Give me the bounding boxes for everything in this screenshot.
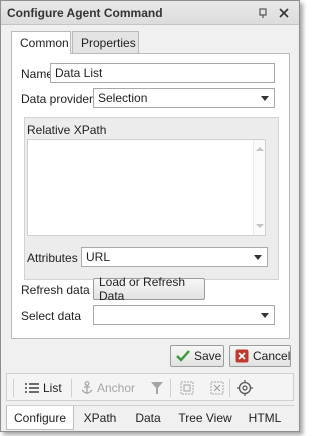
name-label: Name — [21, 67, 54, 81]
anchor-icon — [81, 381, 93, 395]
scroll-down-icon[interactable] — [256, 224, 264, 228]
cancel-button[interactable]: Cancel — [229, 345, 291, 367]
toolbar-divider — [13, 379, 14, 397]
filter-icon[interactable] — [150, 378, 164, 398]
agent-toolbar: List Anchor — [6, 373, 294, 401]
toolbar-divider — [229, 379, 230, 397]
load-refresh-label: Load or Refresh Data — [99, 275, 186, 303]
bottom-tab-strip: Configure XPath Data Tree View HTML — [6, 405, 294, 430]
save-button[interactable]: Save — [170, 345, 224, 367]
anchor-label: Anchor — [97, 381, 136, 395]
checkmark-icon — [176, 348, 190, 364]
tab-label: Data — [135, 411, 161, 425]
relative-xpath-input[interactable] — [27, 139, 266, 236]
tab-properties[interactable]: Properties — [72, 31, 139, 53]
refresh-data-label: Refresh data — [21, 283, 90, 297]
list-button[interactable]: List — [25, 378, 62, 398]
pin-icon[interactable] — [256, 6, 270, 20]
name-value: Data List — [55, 66, 103, 80]
anchor-button[interactable]: Anchor — [81, 378, 135, 398]
list-label: List — [43, 381, 62, 395]
select-data-label: Select data — [21, 309, 82, 323]
tab-label: XPath — [83, 411, 117, 425]
tab-data[interactable]: Data — [126, 406, 170, 430]
toolbar-divider — [170, 379, 171, 397]
tab-label: Properties — [81, 35, 136, 50]
tab-configure[interactable]: Configure — [6, 406, 74, 430]
tab-tree-view[interactable]: Tree View — [172, 406, 238, 430]
title-bar: Configure Agent Command — [1, 1, 299, 25]
relative-xpath-label: Relative XPath — [27, 123, 107, 137]
tab-html[interactable]: HTML — [240, 406, 290, 430]
tab-label: Common — [20, 36, 69, 50]
tab-xpath[interactable]: XPath — [76, 406, 124, 430]
select-region-icon[interactable] — [180, 378, 194, 398]
tab-label: HTML — [248, 411, 282, 425]
configure-agent-command-dialog: Configure Agent Command Common Propertie… — [0, 0, 300, 432]
attributes-label: Attributes — [27, 251, 78, 265]
tab-common[interactable]: Common — [11, 31, 71, 54]
data-provider-value: Selection — [98, 91, 148, 105]
tab-label: Configure — [13, 410, 67, 425]
save-label: Save — [194, 349, 222, 363]
target-icon[interactable] — [237, 378, 253, 398]
scroll-up-icon[interactable] — [256, 147, 264, 151]
data-provider-select[interactable]: Selection — [93, 88, 275, 108]
xpath-scrollbar[interactable] — [253, 140, 265, 235]
chevron-down-icon — [261, 313, 269, 318]
remove-selection-icon[interactable] — [210, 378, 224, 398]
name-field[interactable]: Data List — [50, 63, 275, 83]
relative-xpath-group: Relative XPath Attributes URL — [24, 117, 279, 280]
cancel-label: Cancel — [253, 349, 291, 363]
toolbar-divider — [71, 379, 72, 397]
list-icon — [25, 382, 39, 394]
cancel-x-icon — [235, 348, 249, 364]
load-refresh-data-button[interactable]: Load or Refresh Data — [93, 275, 205, 303]
attributes-select[interactable]: URL — [81, 247, 268, 267]
common-panel: Name Data List Data provider Selection R… — [11, 53, 290, 339]
tab-label: Tree View — [178, 411, 232, 425]
window-title: Configure Agent Command — [7, 6, 163, 20]
select-data-select[interactable] — [93, 305, 275, 325]
attributes-value: URL — [86, 250, 111, 264]
close-icon[interactable] — [277, 6, 291, 20]
chevron-down-icon — [261, 96, 269, 101]
chevron-down-icon — [254, 255, 262, 260]
data-provider-label: Data provider — [21, 92, 94, 106]
